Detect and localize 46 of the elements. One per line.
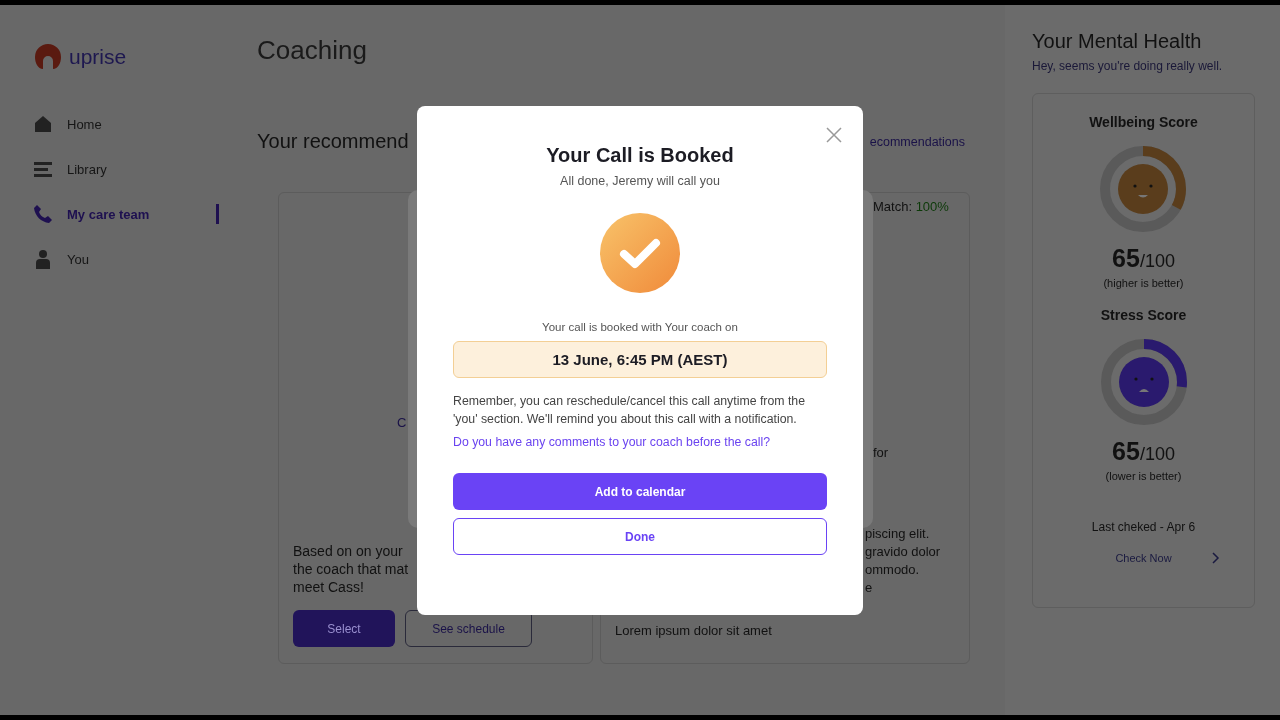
description-text: piscing elit. [865, 525, 930, 543]
comments-link[interactable]: Do you have any comments to your coach before the call? [453, 435, 771, 449]
coach-name: C [397, 415, 407, 430]
recommendations-link[interactable]: ecommendations [869, 134, 965, 149]
close-icon[interactable] [826, 127, 842, 143]
section-heading: Your recommend [257, 130, 409, 153]
check-now-link[interactable]: Check Now [1115, 552, 1172, 564]
description-text: the coach that mat [293, 560, 409, 578]
home-icon [33, 114, 53, 134]
panel-subtitle: Hey, seems you're doing really well. [1032, 59, 1224, 73]
description-text: Lorem ipsum dolor sit amet [615, 623, 772, 638]
done-button[interactable]: Done [453, 518, 827, 555]
description-text: e [865, 579, 873, 597]
datetime-box: 13 June, 6:45 PM (AEST) [453, 341, 827, 378]
person-icon [33, 249, 53, 269]
description-text: Based on on your [293, 542, 403, 560]
nav-item[interactable]: My care team [33, 204, 220, 224]
phone-icon [33, 204, 53, 224]
chevron-right-icon [1211, 552, 1220, 564]
last-checked-text: Last cheked - Apr 6 [1091, 520, 1196, 534]
logo-text: uprise [69, 45, 127, 69]
dialog-subtitle: All done, Jeremy will call you [560, 174, 720, 188]
dialog-title: Your Call is Booked [546, 144, 734, 167]
score-value: 65/100 [1112, 244, 1175, 273]
match-text: Match: 100% [873, 199, 949, 214]
logo-icon [33, 42, 63, 72]
list-icon [33, 159, 53, 179]
reminder-text: Remember, you can reschedule/cancel this call anytime from the 'you' section. We'll remind you about this call with a notification. [453, 393, 806, 428]
select-button[interactable]: Select [293, 610, 395, 647]
panel-title: Your Mental Health [1032, 30, 1203, 53]
description-text: ommodo. [865, 561, 920, 579]
score-title: Stress Score [1100, 307, 1187, 323]
score-note: (higher is better) [1103, 277, 1184, 289]
booked-with-text: Your call is booked with Your coach on [542, 321, 738, 333]
description-text: meet Cass! [293, 578, 364, 596]
score-value: 65/100 [1112, 437, 1175, 466]
nav-item[interactable]: Library [33, 159, 220, 179]
description-text: gravido dolor [865, 543, 941, 561]
description-text: for [873, 444, 889, 462]
check-circle-icon [600, 213, 680, 293]
add-to-calendar-button[interactable]: Add to calendar [453, 473, 827, 510]
score-title: Wellbeing Score [1089, 114, 1198, 130]
page-title: Coaching [257, 35, 368, 67]
nav-item[interactable]: Home [33, 114, 220, 134]
score-note: (lower is better) [1105, 470, 1182, 482]
nav-item[interactable]: You [33, 249, 220, 269]
